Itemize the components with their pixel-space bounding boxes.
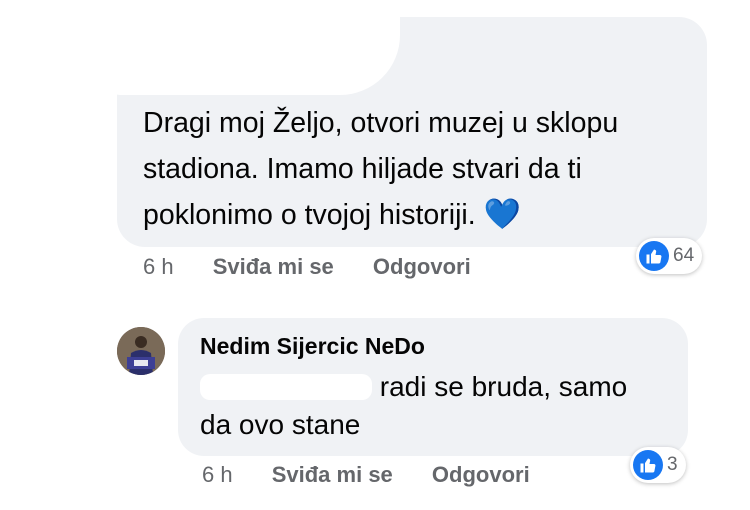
reply-button[interactable]: Odgovori — [373, 254, 471, 280]
comment-text: Dragi moj Željo, otvori muzej u sklopu s… — [143, 100, 703, 238]
like-button[interactable]: Sviđa mi se — [272, 462, 393, 487]
user-avatar[interactable] — [117, 327, 165, 375]
like-button[interactable]: Sviđa mi se — [213, 254, 334, 280]
blue-heart-icon: 💙 — [483, 198, 521, 231]
redacted-mention — [200, 374, 372, 400]
reaction-count: 3 — [667, 454, 678, 475]
comment-actions: 6 h Sviđa mi se Odgovori — [202, 462, 530, 488]
comment-line: stadiona. Imamo hiljade stvari da ti — [143, 153, 582, 185]
comment-timestamp[interactable]: 6 h — [202, 462, 233, 487]
reaction-count-badge[interactable]: 3 — [630, 447, 686, 483]
comment-line: poklonimo o tvojoj historiji. — [143, 199, 476, 231]
reply-button[interactable]: Odgovori — [432, 462, 530, 487]
comment-actions: 6 h Sviđa mi se Odgovori — [143, 254, 471, 280]
comment-author[interactable]: Nedim Sijercic NeDo — [200, 333, 425, 360]
comment-thread: Dragi moj Željo, otvori muzej u sklopu s… — [0, 0, 750, 510]
like-thumb-icon — [639, 241, 669, 271]
reaction-count-badge[interactable]: 64 — [636, 238, 703, 274]
redacted-author — [100, 0, 400, 95]
comment-line: Dragi moj Željo, otvori muzej u sklopu — [143, 107, 619, 139]
comment-text: radi se bruda, samo da ovo stane — [200, 368, 680, 444]
like-thumb-icon — [633, 450, 663, 480]
comment-line: da ovo stane — [200, 409, 361, 440]
comment-line: radi se bruda, samo — [379, 371, 628, 402]
comment-timestamp[interactable]: 6 h — [143, 254, 174, 280]
reaction-count: 64 — [673, 245, 695, 266]
